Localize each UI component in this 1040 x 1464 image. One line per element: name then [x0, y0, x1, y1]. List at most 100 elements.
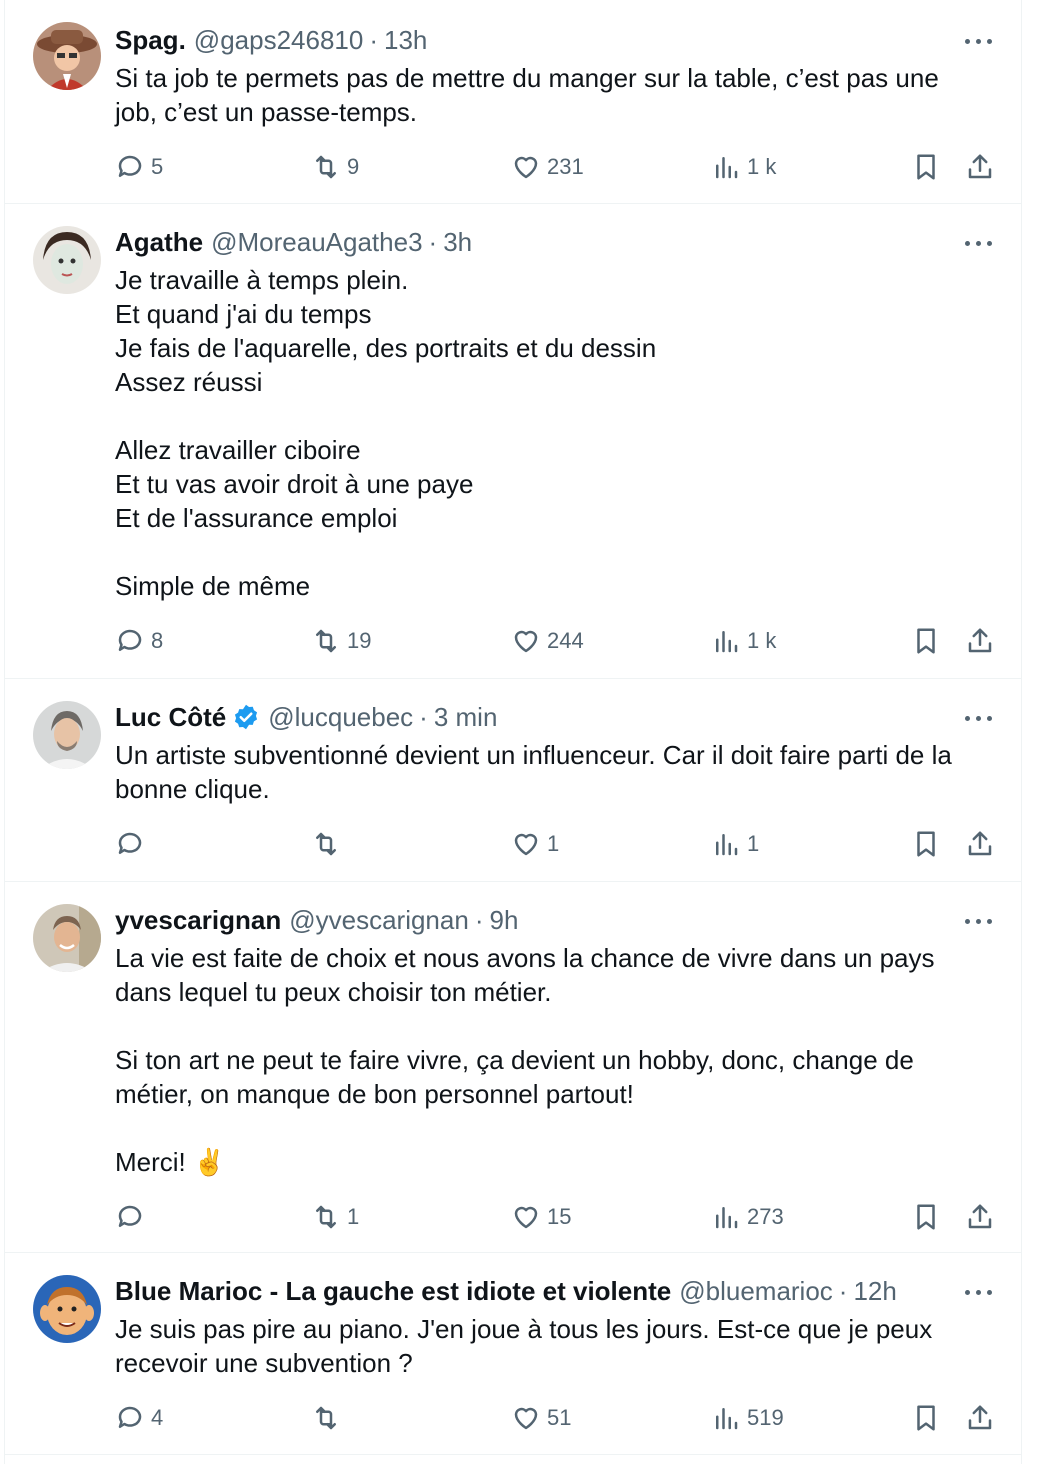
- author-handle[interactable]: @gaps246810: [194, 23, 364, 57]
- share-button[interactable]: [965, 147, 995, 187]
- tweet-line: [115, 1009, 995, 1043]
- heart-icon: [514, 1206, 538, 1229]
- bookmark-button[interactable]: [911, 1197, 941, 1237]
- separator-dot: ·: [838, 1276, 848, 1306]
- tweet-line: job, c’est un passe-temps.: [115, 97, 418, 127]
- tweet-line: bonne clique.: [115, 774, 270, 804]
- bookmark-button[interactable]: [911, 1398, 941, 1438]
- tweet-text: Je suis pas pire au piano. J'en joue à t…: [115, 1312, 995, 1380]
- tweet[interactable]: Blue Marioc - La gauche est idiote et vi…: [5, 1253, 1021, 1455]
- tweet-line: Allez travailler ciboire: [115, 435, 361, 465]
- like-button[interactable]: 15: [511, 1197, 571, 1237]
- more-icon[interactable]: [965, 233, 995, 253]
- tweet[interactable]: Spag. @gaps246810 · 13h Si ta job te per…: [5, 0, 1021, 204]
- reply-icon: [118, 832, 142, 854]
- views-icon: [716, 1207, 738, 1229]
- tweet-line: Simple de même: [115, 571, 311, 601]
- tweet-line: Et tu vas avoir droit à une paye: [115, 469, 474, 499]
- reply-icon: [118, 1406, 142, 1428]
- like-button[interactable]: 244: [511, 621, 584, 661]
- share-button[interactable]: [965, 1197, 995, 1237]
- view-count: 1 k: [747, 628, 777, 653]
- timestamp[interactable]: 13h: [384, 23, 427, 57]
- reply-button[interactable]: [115, 1197, 151, 1237]
- share-button[interactable]: [965, 824, 995, 864]
- retweet-button[interactable]: [311, 1398, 347, 1438]
- author-name[interactable]: Blue Marioc - La gauche est idiote et vi…: [115, 1274, 671, 1308]
- tweet-line: Et de l'assurance emploi: [115, 503, 398, 533]
- timestamp[interactable]: 3h: [443, 225, 472, 259]
- more-icon[interactable]: [965, 911, 995, 931]
- reply-button[interactable]: 5: [115, 147, 163, 187]
- retweet-button[interactable]: 1: [311, 1197, 359, 1237]
- author-handle[interactable]: @bluemarioc: [679, 1274, 833, 1308]
- tweet[interactable]: yvescarignan @yvescarignan · 9h La vie e…: [5, 882, 1021, 1253]
- reply-icon: [118, 155, 142, 177]
- heart-icon: [514, 1407, 538, 1430]
- like-button[interactable]: 1: [511, 824, 559, 864]
- author-name[interactable]: Luc Côté: [115, 700, 226, 734]
- like-button[interactable]: 51: [511, 1398, 571, 1438]
- timestamp[interactable]: 12h: [853, 1274, 896, 1308]
- reply-count: 4: [151, 1405, 164, 1430]
- action-bar: 4 51 519: [5, 1398, 1021, 1438]
- avatar[interactable]: [33, 226, 101, 294]
- author-handle[interactable]: @MoreauAgathe3: [211, 225, 422, 259]
- tweet-line: Je suis pas pire au piano. J'en joue à t…: [115, 1314, 933, 1344]
- view-count: 273: [747, 1204, 784, 1229]
- retweet-icon: [316, 832, 336, 856]
- bookmark-icon: [917, 831, 935, 857]
- verified-badge-icon: [235, 704, 258, 730]
- separator-dot: ·: [419, 702, 428, 732]
- author-name[interactable]: Spag.: [115, 23, 186, 57]
- avatar[interactable]: [33, 904, 101, 972]
- more-icon[interactable]: [965, 31, 995, 51]
- action-bar: 8 19 244 1 k: [5, 621, 1021, 661]
- retweet-button[interactable]: 19: [311, 621, 371, 661]
- reply-button[interactable]: 4: [115, 1398, 163, 1438]
- reply-button[interactable]: [115, 824, 151, 864]
- avatar[interactable]: [33, 22, 101, 90]
- views-button[interactable]: 519: [711, 1398, 784, 1438]
- timestamp[interactable]: 3 min: [434, 700, 498, 734]
- bookmark-button[interactable]: [911, 824, 941, 864]
- avatar[interactable]: [33, 701, 101, 769]
- like-button[interactable]: 231: [511, 147, 584, 187]
- tweet[interactable]: Luc Côté @lucquebec · 3 min Un artiste s…: [5, 679, 1021, 882]
- more-icon[interactable]: [965, 1282, 995, 1302]
- retweet-button[interactable]: 9: [311, 147, 359, 187]
- reply-count: 5: [151, 154, 164, 179]
- tweet-line: La vie est faite de choix et nous avons …: [115, 943, 935, 973]
- views-icon: [716, 157, 738, 179]
- more-icon[interactable]: [965, 708, 995, 728]
- retweet-count: 9: [347, 154, 360, 179]
- timestamp[interactable]: 9h: [489, 903, 518, 937]
- heart-icon: [514, 156, 538, 179]
- tweet-line: [115, 1111, 995, 1145]
- views-button[interactable]: 273: [711, 1197, 784, 1237]
- author-handle[interactable]: @yvescarignan: [289, 903, 469, 937]
- tweet-line: métier, on manque de bon personnel parto…: [115, 1079, 634, 1109]
- author-name[interactable]: yvescarignan: [115, 903, 281, 937]
- author-handle[interactable]: @lucquebec: [268, 700, 413, 734]
- reply-button[interactable]: 8: [115, 621, 163, 661]
- avatar[interactable]: [33, 1275, 101, 1343]
- retweet-count: 19: [347, 628, 372, 653]
- reply-icon: [118, 629, 142, 651]
- tweet[interactable]: Agathe @MoreauAgathe3 · 3h Je travaille …: [5, 204, 1021, 679]
- share-button[interactable]: [965, 621, 995, 661]
- action-bar: 5 9 231 1 k: [5, 147, 1021, 187]
- retweet-button[interactable]: [311, 824, 347, 864]
- views-button[interactable]: 1: [711, 824, 759, 864]
- bookmark-button[interactable]: [911, 147, 941, 187]
- bookmark-button[interactable]: [911, 621, 941, 661]
- like-count: 1: [547, 831, 560, 856]
- heart-icon: [514, 630, 538, 653]
- share-button[interactable]: [965, 1398, 995, 1438]
- view-count: 1 k: [747, 154, 777, 179]
- author-name[interactable]: Agathe: [115, 225, 203, 259]
- views-button[interactable]: 1 k: [711, 621, 776, 661]
- tweet-line: [115, 535, 995, 569]
- views-button[interactable]: 1 k: [711, 147, 776, 187]
- tweet-text: La vie est faite de choix et nous avons …: [115, 941, 995, 1179]
